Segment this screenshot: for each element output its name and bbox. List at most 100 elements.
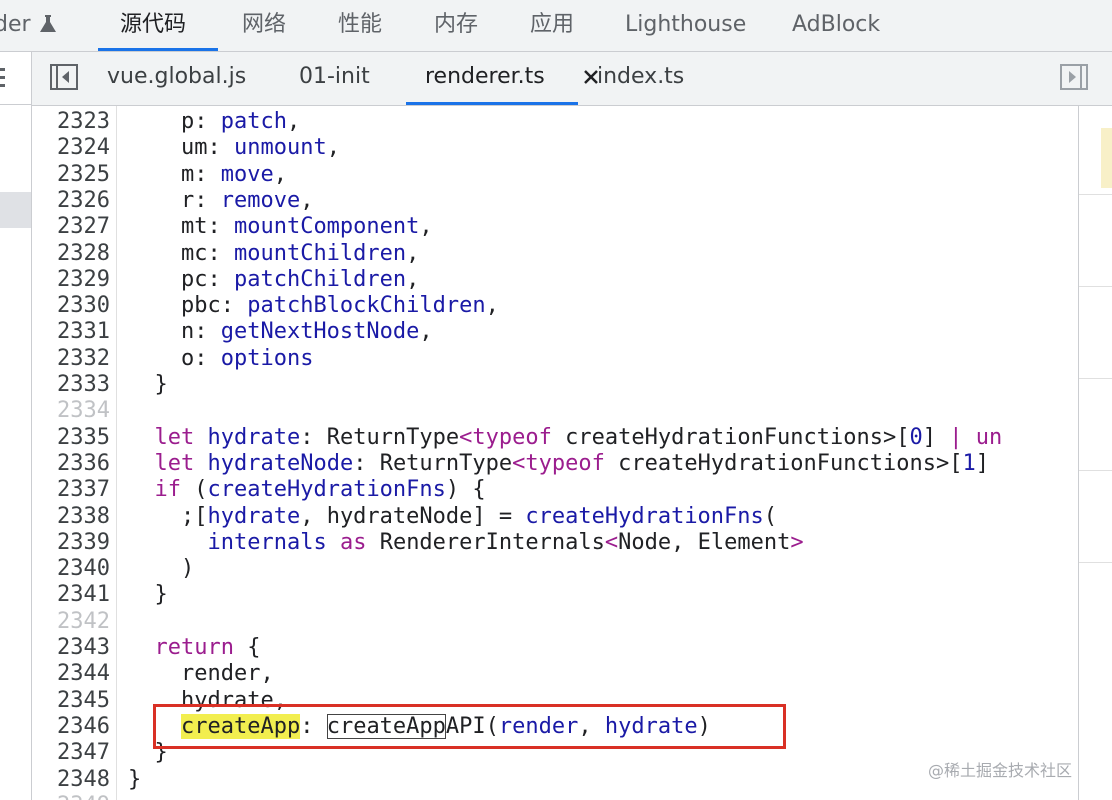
sidebar-divider xyxy=(1079,378,1112,379)
code-text[interactable]: } xyxy=(128,372,167,398)
line-number[interactable]: 2343 xyxy=(32,635,110,661)
line-number[interactable]: 2331 xyxy=(32,319,110,345)
line-number[interactable]: 2325 xyxy=(32,162,110,188)
code-text[interactable]: let hydrateNode: ReturnType<typeof creat… xyxy=(128,451,990,477)
tab-adblock[interactable]: AdBlock xyxy=(792,0,880,51)
code-text[interactable]: mc: mountChildren, xyxy=(128,241,419,267)
line-number[interactable]: 2335 xyxy=(32,425,110,451)
code-line: 2348} xyxy=(32,767,1078,793)
line-number[interactable]: 2327 xyxy=(32,214,110,240)
code-line: 2339 internals as RendererInternals<Node… xyxy=(32,530,1078,556)
line-number[interactable]: 2349 xyxy=(32,793,110,800)
code-text[interactable]: um: unmount, xyxy=(128,135,340,161)
toggle-debugger-icon[interactable] xyxy=(1060,64,1088,90)
line-number[interactable]: 2346 xyxy=(32,714,110,740)
code-line: 2336 let hydrateNode: ReturnType<typeof … xyxy=(32,451,1078,477)
code-text[interactable]: render, xyxy=(128,661,274,687)
code-text[interactable]: if (createHydrationFns) { xyxy=(128,477,486,503)
navigator-sidebar xyxy=(0,52,32,800)
active-tab-indicator xyxy=(98,48,218,51)
code-line: 2324 um: unmount, xyxy=(32,135,1078,161)
code-text[interactable]: o: options xyxy=(128,346,313,372)
devtools-panel-tabbar: der 源代码 网络 性能 内存 应用 Lighthouse AdBlock xyxy=(0,0,1112,52)
code-text[interactable]: internals as RendererInternals<Node, Ele… xyxy=(128,530,803,556)
code-text[interactable]: } xyxy=(128,767,141,793)
code-editor[interactable]: 2323 p: patch, 2324 um: unmount, 2325 m: m… xyxy=(32,106,1078,800)
code-text[interactable]: ) xyxy=(128,556,194,582)
code-line: 2331 n: getNextHostNode, xyxy=(32,319,1078,345)
code-text[interactable]: pc: patchChildren, xyxy=(128,267,419,293)
code-line: 2326 r: remove, xyxy=(32,188,1078,214)
sidebar-divider xyxy=(1079,286,1112,287)
code-line: 2328 mc: mountChildren, xyxy=(32,241,1078,267)
line-number[interactable]: 2336 xyxy=(32,451,110,477)
watermark: @稀土掘金技术社区 xyxy=(928,761,1073,780)
code-line: 2341 } xyxy=(32,582,1078,608)
line-number[interactable]: 2347 xyxy=(32,740,110,766)
sidebar-divider xyxy=(0,104,31,105)
code-line: 2335 let hydrate: ReturnType<typeof crea… xyxy=(32,425,1078,451)
tab-elements[interactable]: der xyxy=(0,0,31,51)
sidebar-divider xyxy=(1079,470,1112,471)
toggle-navigator-icon[interactable] xyxy=(50,64,78,90)
code-text[interactable]: ;[hydrate, hydrateNode] = createHydratio… xyxy=(128,504,777,530)
line-number[interactable]: 2323 xyxy=(32,109,110,135)
line-number[interactable]: 2344 xyxy=(32,661,110,687)
code-line: 2330 pbc: patchBlockChildren, xyxy=(32,293,1078,319)
tab-performance[interactable]: 性能 xyxy=(338,0,382,51)
line-number[interactable]: 2340 xyxy=(32,556,110,582)
code-line: 2325 m: move, xyxy=(32,162,1078,188)
line-number[interactable]: 2328 xyxy=(32,241,110,267)
line-number[interactable]: 2329 xyxy=(32,267,110,293)
code-text[interactable]: return { xyxy=(128,635,261,661)
code-text[interactable]: let hydrate: ReturnType<typeof createHyd… xyxy=(128,425,1003,451)
code-line: 2340 ) xyxy=(32,556,1078,582)
code-line: 2338 ;[hydrate, hydrateNode] = createHyd… xyxy=(32,504,1078,530)
line-number[interactable]: 2324 xyxy=(32,135,110,161)
line-number[interactable]: 2342 xyxy=(32,609,110,635)
line-number[interactable]: 2334 xyxy=(32,398,110,424)
line-number[interactable]: 2330 xyxy=(32,293,110,319)
more-options-icon[interactable] xyxy=(0,64,8,92)
code-text[interactable]: p: patch, xyxy=(128,109,300,135)
tab-lighthouse[interactable]: Lighthouse xyxy=(625,0,746,51)
file-tab-renderer[interactable]: renderer.ts xyxy=(425,52,545,104)
annotation-highlight-box xyxy=(153,704,786,749)
selected-file-row[interactable] xyxy=(0,192,31,228)
line-number[interactable]: 2345 xyxy=(32,688,110,714)
code-line: 2333 } xyxy=(32,372,1078,398)
line-number[interactable]: 2348 xyxy=(32,767,110,793)
tab-sources[interactable]: 源代码 xyxy=(120,0,186,51)
file-tab-index[interactable]: index.ts xyxy=(597,52,684,104)
line-number[interactable]: 2339 xyxy=(32,530,110,556)
code-line: 2323 p: patch, xyxy=(32,109,1078,135)
code-line: 2334 xyxy=(32,398,1078,424)
code-text[interactable]: r: remove, xyxy=(128,188,313,214)
code-text[interactable]: pbc: patchBlockChildren, xyxy=(128,293,499,319)
tab-application[interactable]: 应用 xyxy=(530,0,574,51)
line-number[interactable]: 2326 xyxy=(32,188,110,214)
file-tab-vue-global[interactable]: vue.global.js xyxy=(107,52,246,104)
right-sidebar xyxy=(1078,106,1112,800)
line-number[interactable]: 2341 xyxy=(32,582,110,608)
sidebar-divider xyxy=(1079,194,1112,195)
code-line: 2329 pc: patchChildren, xyxy=(32,267,1078,293)
code-text[interactable]: mt: mountComponent, xyxy=(128,214,433,240)
line-number[interactable]: 2337 xyxy=(32,477,110,503)
code-line: 2349 xyxy=(32,793,1078,800)
code-text[interactable]: m: move, xyxy=(128,162,287,188)
scroll-marker xyxy=(1101,128,1112,188)
code-line: 2343 return { xyxy=(32,635,1078,661)
line-number[interactable]: 2338 xyxy=(32,504,110,530)
tab-network[interactable]: 网络 xyxy=(242,0,286,51)
code-line: 2337 if (createHydrationFns) { xyxy=(32,477,1078,503)
flask-icon[interactable] xyxy=(37,13,59,35)
line-number[interactable]: 2333 xyxy=(32,372,110,398)
line-number[interactable]: 2332 xyxy=(32,346,110,372)
code-line: 2344 render, xyxy=(32,661,1078,687)
active-file-indicator xyxy=(406,102,578,105)
code-text[interactable]: } xyxy=(128,582,167,608)
code-text[interactable]: n: getNextHostNode, xyxy=(128,319,433,345)
tab-memory[interactable]: 内存 xyxy=(434,0,478,51)
file-tab-01-init[interactable]: 01-init xyxy=(299,52,370,104)
